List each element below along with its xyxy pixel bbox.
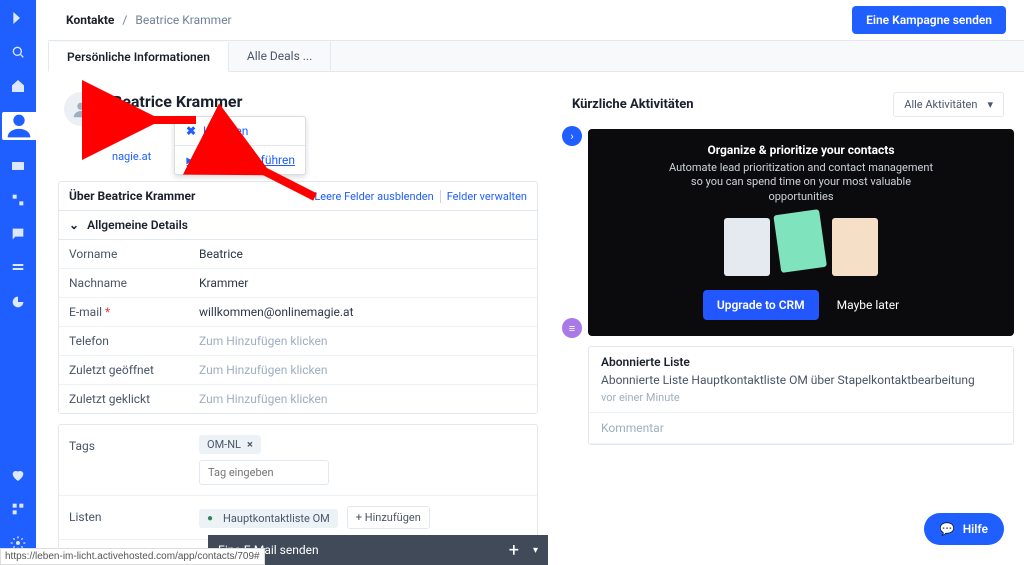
activity-time: vor einer Minute <box>601 391 1001 404</box>
avatar <box>64 92 98 126</box>
delete-icon: ✖ <box>185 125 197 137</box>
field-label-lastname: Nachname <box>69 276 199 290</box>
field-label-firstname: Vorname <box>69 247 199 261</box>
promo-description: Automate lead prioritization and contact… <box>666 161 936 204</box>
about-card: Über Beatrice Krammer Leere Felder ausbl… <box>58 181 538 414</box>
activity-filter-dropdown[interactable]: Alle Aktivitäten ▾ <box>893 92 1004 117</box>
breadcrumb-separator: / <box>122 13 127 27</box>
mail-icon[interactable] <box>10 158 26 174</box>
activity-comment-input[interactable]: Kommentar <box>589 413 1013 444</box>
tab-personal-info[interactable]: Persönliche Informationen <box>48 42 229 72</box>
tab-bar: Persönliche Informationen Alle Deals ... <box>48 40 1024 72</box>
manage-fields-link[interactable]: Felder verwalten <box>447 190 527 203</box>
tags-label: Tags <box>69 435 199 453</box>
help-label: Hilfe <box>963 522 988 536</box>
maybe-later-link[interactable]: Maybe later <box>837 298 899 312</box>
chat-bubble-icon: 💬 <box>940 522 955 536</box>
chevron-down-icon: ⌄ <box>69 218 79 232</box>
field-value-lastname[interactable]: Krammer <box>199 276 248 290</box>
contact-email-link[interactable]: nagie.at <box>112 150 151 163</box>
browser-url-hint: https://leben-im-licht.activehosted.com/… <box>0 548 265 565</box>
heart-icon[interactable] <box>10 467 26 483</box>
send-campaign-button[interactable]: Eine Kampagne senden <box>852 6 1006 34</box>
general-details-label: Allgemeine Details <box>87 218 188 232</box>
timeline-bead-activity: ≡ <box>562 318 582 338</box>
dropdown-delete[interactable]: ✖ Löschen <box>175 117 305 145</box>
hide-empty-fields-link[interactable]: Leere Felder ausblenden <box>314 190 433 203</box>
dropdown-delete-label: Löschen <box>203 124 248 138</box>
activity-title: Abonnierte Liste <box>601 355 1001 369</box>
breadcrumb-current: Beatrice Krammer <box>135 13 231 27</box>
compose-collapse-icon[interactable]: ▾ <box>533 545 538 556</box>
field-value-email[interactable]: willkommen@onlinemagie.at <box>199 305 354 319</box>
upgrade-crm-button[interactable]: Upgrade to CRM <box>703 290 819 320</box>
chat-icon[interactable] <box>10 226 26 242</box>
home-icon[interactable] <box>10 78 26 94</box>
contact-header: Beatrice Krammer ✿ nagie.at ✖ Löschen ▸ … <box>58 88 538 177</box>
breadcrumb-root[interactable]: Kontakte <box>66 13 114 27</box>
recent-activity-title: Kürzliche Aktivitäten <box>572 97 694 112</box>
field-value-last-click[interactable]: Zum Hinzufügen klicken <box>199 392 328 406</box>
tab-all-deals[interactable]: Alle Deals ... <box>229 41 331 71</box>
compose-add-icon[interactable]: + <box>509 540 519 561</box>
crm-upsell-promo: Organize & prioritize your contacts Auto… <box>588 129 1014 336</box>
chevron-down-icon: ▾ <box>987 98 993 111</box>
promo-illustration <box>608 218 994 276</box>
field-value-last-open[interactable]: Zum Hinzufügen klicken <box>199 363 328 377</box>
contact-detail-panel: Beatrice Krammer ✿ nagie.at ✖ Löschen ▸ … <box>48 78 548 565</box>
brand-logo-icon[interactable] <box>10 10 26 26</box>
breadcrumb: Kontakte / Beatrice Krammer Eine Kampagn… <box>48 0 1024 40</box>
contact-actions-dropdown: ✖ Löschen ▸ Zusammenführen <box>174 116 306 175</box>
activity-card: Abonnierte Liste Abonnierte Liste Hauptk… <box>588 346 1014 445</box>
about-title: Über Beatrice Krammer <box>69 189 195 203</box>
list-icon[interactable] <box>10 260 26 276</box>
tag-input[interactable] <box>199 460 329 485</box>
tag-chip[interactable]: OM-NL × <box>199 435 261 454</box>
reports-icon[interactable] <box>10 294 26 310</box>
field-label-phone: Telefon <box>69 334 199 348</box>
dropdown-merge-label: Zusammenführen <box>200 153 295 167</box>
tag-remove-icon[interactable]: × <box>247 438 253 451</box>
activity-panel: Kürzliche Aktivitäten Alle Aktivitäten ▾… <box>560 78 1014 565</box>
lists-label: Listen <box>69 506 199 524</box>
tag-chip-label: OM-NL <box>207 438 241 451</box>
add-list-button[interactable]: + Hinzufügen <box>347 506 430 529</box>
contact-actions-gear-icon[interactable]: ✿ <box>112 114 123 129</box>
dropdown-merge[interactable]: ▸ Zusammenführen <box>175 145 305 174</box>
left-nav <box>0 0 36 565</box>
apps-icon[interactable] <box>10 501 26 517</box>
general-details-toggle[interactable]: ⌄ Allgemeine Details <box>59 211 537 240</box>
merge-icon: ▸ <box>185 154 194 166</box>
automation-icon[interactable] <box>10 192 26 208</box>
field-value-phone[interactable]: Zum Hinzufügen klicken <box>199 334 328 348</box>
list-chip[interactable]: Hauptkontaktliste OM <box>199 509 338 528</box>
contact-name: Beatrice Krammer <box>112 92 242 111</box>
promo-title: Organize & prioritize your contacts <box>608 143 994 157</box>
help-button[interactable]: 💬 Hilfe <box>924 513 1004 545</box>
search-icon[interactable] <box>10 44 26 60</box>
activity-description: Abonnierte Liste Hauptkontaktliste OM üb… <box>601 373 1001 387</box>
list-chip-label: Hauptkontaktliste OM <box>223 512 330 525</box>
field-label-last-open: Zuletzt geöffnet <box>69 363 199 377</box>
timeline-bead-promo: › <box>562 126 582 146</box>
field-label-last-click: Zuletzt geklickt <box>69 392 199 406</box>
contacts-icon[interactable] <box>2 112 36 140</box>
activity-filter-label: Alle Aktivitäten <box>904 98 977 111</box>
field-value-firstname[interactable]: Beatrice <box>199 247 243 261</box>
field-label-email: E-mail * <box>69 305 199 319</box>
